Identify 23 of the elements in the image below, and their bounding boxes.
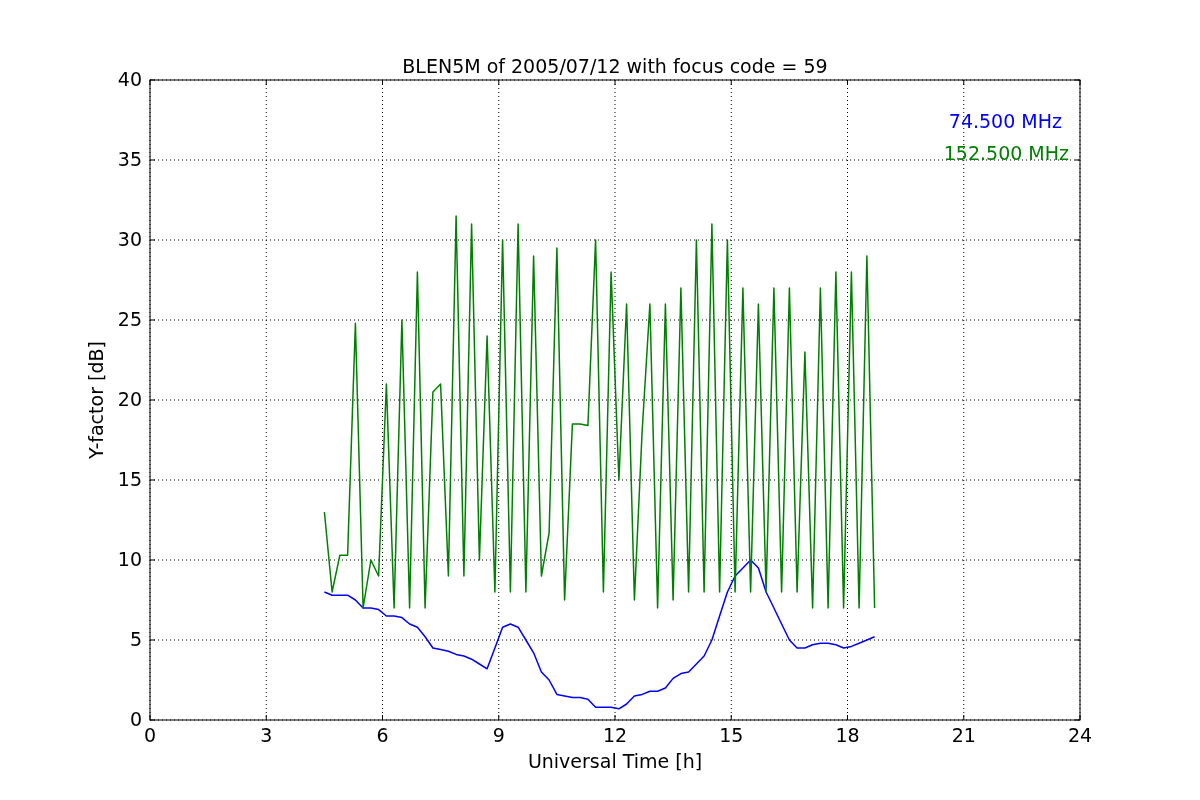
x-tick-label: 9 xyxy=(492,724,505,746)
legend-label: 152.500 MHz xyxy=(943,142,1069,164)
x-tick-label: 6 xyxy=(376,724,389,746)
x-tick-label: 21 xyxy=(951,724,976,746)
y-tick-label: 25 xyxy=(117,308,142,330)
x-tick-label: 3 xyxy=(260,724,273,746)
y-tick-label: 15 xyxy=(117,468,142,490)
legend-label: 74.500 MHz xyxy=(948,110,1062,132)
x-tick-label: 24 xyxy=(1067,724,1093,746)
y-tick-label: 40 xyxy=(117,68,142,90)
x-axis-label: Universal Time [h] xyxy=(527,750,703,772)
x-tick-label: 12 xyxy=(602,724,628,746)
x-tick-label: 0 xyxy=(143,724,157,746)
y-tick-label: 30 xyxy=(117,228,142,250)
y-tick-label: 5 xyxy=(129,628,142,650)
x-tick-label: 15 xyxy=(719,724,744,746)
x-tick-label: 18 xyxy=(835,724,860,746)
y-tick-label: 10 xyxy=(117,548,142,570)
y-tick-label: 35 xyxy=(117,148,142,170)
y-axis-label: Y-factor [dB] xyxy=(85,341,107,459)
y-tick-label: 20 xyxy=(117,388,142,410)
chart-title: BLEN5M of 2005/07/12 with focus code = 59 xyxy=(402,55,828,77)
y-tick-label: 0 xyxy=(129,708,142,730)
